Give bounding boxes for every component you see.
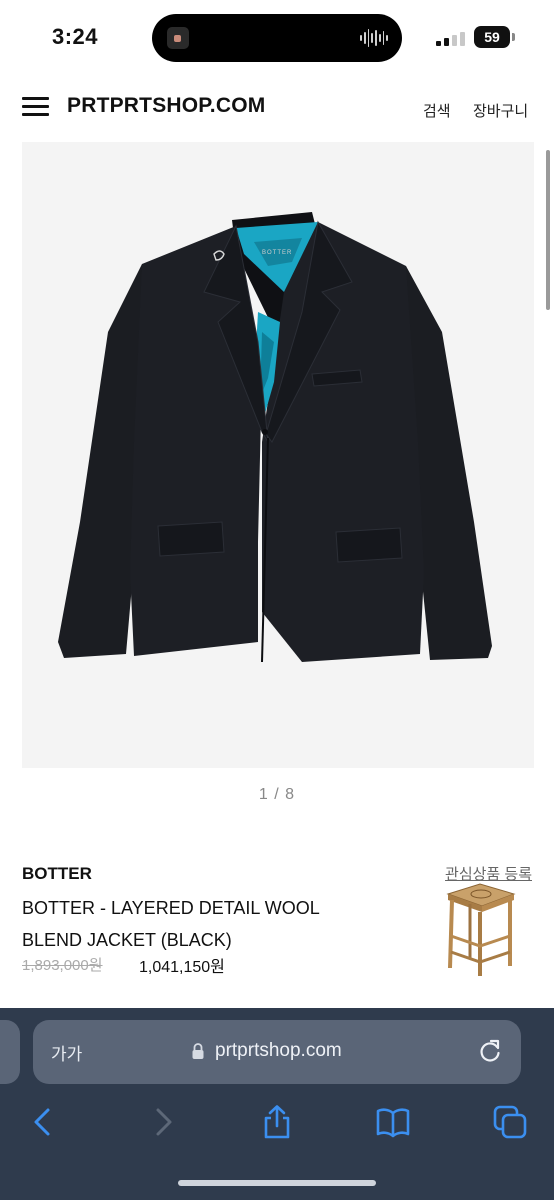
battery-icon: 59	[474, 26, 510, 48]
sale-price: 1,041,150원	[139, 959, 225, 976]
audio-waveform-icon	[360, 28, 388, 48]
cart-link[interactable]: 장바구니	[473, 100, 528, 121]
share-icon[interactable]	[259, 1104, 295, 1140]
previous-tab-preview[interactable]	[0, 1020, 20, 1084]
product-brand[interactable]: BOTTER	[22, 864, 92, 884]
bookmarks-icon[interactable]	[375, 1104, 411, 1140]
tabs-icon[interactable]	[492, 1104, 528, 1140]
jacket-neck-label: BOTTER	[262, 250, 293, 256]
forward-arrow-icon[interactable]	[144, 1104, 180, 1140]
original-price: 1,893,000원	[22, 957, 103, 974]
text-size-button[interactable]: 가가	[51, 1040, 82, 1065]
back-arrow-icon[interactable]	[26, 1104, 62, 1140]
address-bar[interactable]: 가가 prtprtshop.com	[33, 1020, 521, 1084]
site-logo[interactable]: PRTPRTSHOP.COM	[67, 94, 265, 118]
lock-icon	[192, 1043, 204, 1059]
url-text[interactable]: prtprtshop.com	[215, 1040, 342, 1062]
battery-cap-icon	[512, 33, 515, 41]
hamburger-menu-icon[interactable]	[22, 97, 50, 117]
cellular-signal-icon	[436, 30, 466, 46]
jacket-illustration	[58, 212, 492, 663]
site-header: PRTPRTSHOP.COM 검색 장바구니	[0, 72, 554, 142]
wooden-stool-image[interactable]	[440, 880, 520, 980]
image-counter: 1 / 8	[258, 786, 296, 803]
status-time: 3:24	[52, 24, 99, 49]
browser-toolbar: 가가 prtprtshop.com	[0, 1008, 554, 1200]
search-link[interactable]: 검색	[423, 100, 451, 121]
product-name: BOTTER - LAYERED DETAIL WOOL BLEND JACKE…	[22, 898, 320, 950]
page-scrollbar[interactable]	[546, 150, 550, 310]
status-bar: 3:24 59	[0, 0, 554, 72]
dynamic-island[interactable]	[152, 14, 402, 62]
product-image[interactable]: BOTTER	[22, 142, 534, 768]
stool-illustration	[446, 883, 516, 976]
home-indicator[interactable]	[178, 1180, 376, 1186]
reload-icon[interactable]	[477, 1038, 503, 1064]
now-playing-app-icon	[167, 27, 189, 49]
